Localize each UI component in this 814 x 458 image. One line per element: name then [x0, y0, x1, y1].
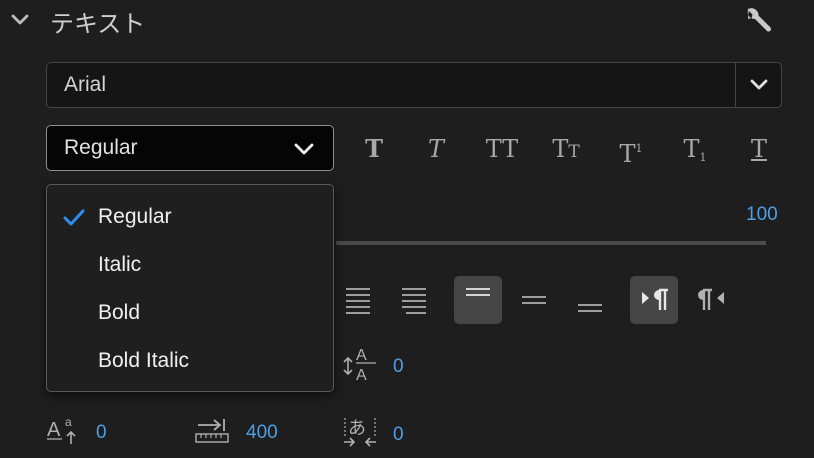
tab-width-value[interactable]: 400 — [246, 422, 278, 444]
font-style-menu: Regular Italic Bold Bold Italic — [46, 184, 334, 392]
font-size-value[interactable]: 100 — [746, 204, 778, 226]
collapse-chevron-icon[interactable] — [8, 8, 32, 32]
leading-icon: A A — [342, 344, 378, 382]
section-title: テキスト — [50, 10, 146, 38]
menu-item-label: Italic — [98, 253, 142, 276]
svg-text:A: A — [356, 367, 367, 382]
all-caps-icon: TT — [485, 135, 519, 163]
menu-item-bold-italic[interactable]: Bold Italic — [47, 337, 333, 385]
small-caps-button[interactable]: TT — [546, 132, 586, 166]
menu-item-label: Bold — [98, 301, 141, 324]
align-center-button[interactable] — [510, 276, 558, 324]
font-family-dropdown[interactable]: Arial — [46, 62, 782, 108]
justify-right-icon — [402, 288, 426, 314]
menu-item-label: Regular — [98, 205, 172, 228]
small-caps-icon: TT — [552, 135, 580, 163]
align-top-icon — [466, 288, 490, 296]
menu-item-label: Bold Italic — [98, 349, 190, 372]
align-top-button[interactable] — [454, 276, 502, 324]
checkmark-icon — [63, 207, 85, 229]
rtl-pilcrow-icon — [698, 288, 724, 310]
wrench-icon[interactable] — [742, 4, 774, 36]
rtl-direction-button[interactable] — [686, 276, 734, 324]
subscript-icon: T — [683, 135, 700, 163]
svg-text:あ: あ — [348, 418, 366, 439]
all-caps-button[interactable]: TT — [482, 132, 522, 166]
chevron-down-icon[interactable] — [747, 73, 771, 97]
faux-italic-icon: T — [427, 135, 444, 163]
ltr-direction-button[interactable] — [630, 276, 678, 324]
svg-text:A: A — [356, 347, 367, 364]
underline-button[interactable]: T — [744, 132, 774, 166]
align-middle-icon — [522, 296, 546, 304]
divider — [735, 63, 736, 107]
faux-bold-button[interactable]: T — [358, 132, 390, 166]
tab-width-icon — [194, 418, 230, 444]
baseline-shift-icon: A a — [46, 414, 82, 446]
font-style-dropdown[interactable]: Regular — [46, 125, 334, 171]
tsume-icon: あ — [342, 414, 378, 450]
justify-left-icon — [346, 288, 370, 314]
faux-italic-button[interactable]: T — [420, 132, 452, 166]
align-bottom-button[interactable] — [566, 276, 614, 324]
svg-text:A: A — [47, 419, 61, 441]
menu-item-regular[interactable]: Regular — [47, 193, 333, 241]
align-bottom-icon — [578, 304, 602, 312]
leading-value[interactable]: 0 — [393, 356, 404, 378]
chevron-down-icon — [291, 136, 317, 162]
tsume-value[interactable]: 0 — [393, 424, 404, 446]
ltr-pilcrow-icon — [642, 288, 668, 310]
menu-item-bold[interactable]: Bold — [47, 289, 333, 337]
faux-bold-icon: T — [365, 134, 383, 163]
underline-icon: T — [750, 135, 767, 163]
align-justify-left-button[interactable] — [334, 276, 382, 324]
menu-item-italic[interactable]: Italic — [47, 241, 333, 289]
align-justify-right-button[interactable] — [390, 276, 438, 324]
superscript-icon: T — [619, 140, 636, 168]
baseline-shift-value[interactable]: 0 — [96, 422, 107, 444]
svg-text:a: a — [65, 415, 72, 429]
font-size-slider[interactable] — [336, 241, 766, 245]
superscript-button[interactable]: T1 — [614, 132, 648, 168]
subscript-button[interactable]: T1 — [678, 132, 712, 166]
font-family-value: Arial — [64, 73, 107, 96]
font-style-value: Regular — [64, 136, 138, 159]
